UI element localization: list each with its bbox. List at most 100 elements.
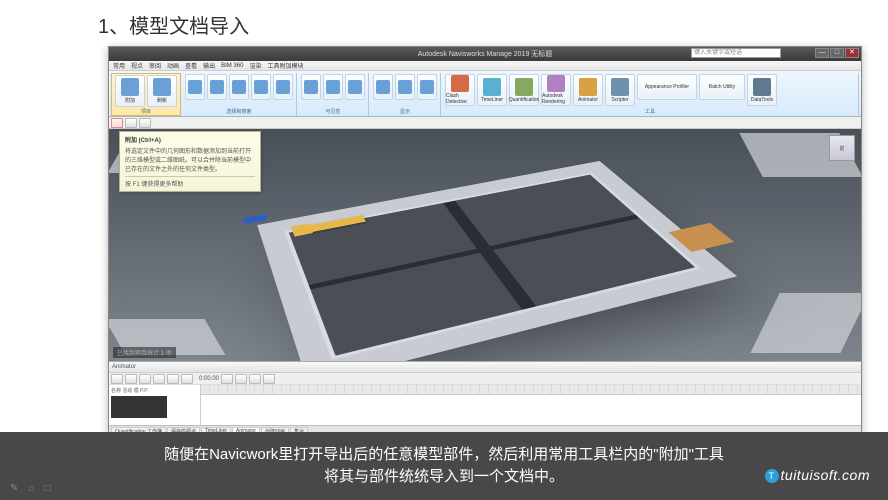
scripter-button[interactable]: Scripter bbox=[605, 74, 635, 106]
sets-icon bbox=[276, 80, 290, 94]
footer-icons: ✎ ⌂ □ bbox=[10, 481, 50, 496]
search-input[interactable]: 键入关键字或短语 bbox=[691, 48, 781, 58]
caption-line-1: 随便在Navicwork里打开导出后的任意模型部件，然后利用常用工具栏内的"附加… bbox=[164, 444, 724, 467]
anim-tool-3[interactable] bbox=[139, 374, 151, 384]
menu-tab-viewpoint[interactable]: 视点 bbox=[131, 61, 143, 70]
ribbon-label-visibility: 可见性 bbox=[301, 108, 365, 115]
unhide-button[interactable] bbox=[345, 74, 365, 100]
menu-tab-home[interactable]: 常用 bbox=[113, 61, 125, 70]
site-slab bbox=[284, 173, 701, 360]
animator-toolbar: 0:00.00 bbox=[109, 373, 861, 385]
titlebar: Autodesk Navisworks Manage 2019 无标题 键入关键… bbox=[109, 47, 861, 61]
require-icon bbox=[326, 80, 340, 94]
ribbon-label-tools: 工具 bbox=[445, 108, 855, 115]
animator-body: 名称 活动 循 P.P. bbox=[109, 385, 861, 425]
quickprop-icon bbox=[398, 80, 412, 94]
ribbon-group-tools: Clash Detective TimeLiner Quantification… bbox=[442, 73, 859, 116]
tool-button-3[interactable] bbox=[139, 118, 151, 128]
timeline[interactable] bbox=[201, 385, 861, 425]
anim-stop[interactable] bbox=[235, 374, 247, 384]
anim-play[interactable] bbox=[221, 374, 233, 384]
anim-tool-5[interactable] bbox=[167, 374, 179, 384]
quantification-button[interactable]: Quantification bbox=[509, 74, 539, 106]
anim-tool-6[interactable] bbox=[181, 374, 193, 384]
view-cube[interactable]: 前 bbox=[829, 135, 855, 161]
navisworks-window: Autodesk Navisworks Manage 2019 无标题 键入关键… bbox=[108, 46, 862, 432]
animator-thumb bbox=[111, 396, 167, 418]
hide-icon bbox=[304, 80, 318, 94]
ribbon-group-visibility: 可见性 bbox=[298, 73, 369, 116]
menu-tab-animation[interactable]: 动画 bbox=[167, 61, 179, 70]
require-button[interactable] bbox=[323, 74, 343, 100]
footer-icon-2[interactable]: ⌂ bbox=[28, 481, 34, 496]
animator-panel: Animator 0:00.00 名称 活动 循 P.P. bbox=[109, 361, 861, 425]
properties-icon bbox=[420, 80, 434, 94]
footer-icon-3[interactable]: □ bbox=[44, 481, 50, 496]
batch-button[interactable]: Batch Utility bbox=[699, 74, 745, 100]
clash-button[interactable]: Clash Detective bbox=[445, 74, 475, 106]
clash-icon bbox=[451, 75, 469, 92]
footer-icon-1[interactable]: ✎ bbox=[10, 481, 18, 496]
quickprop-button[interactable] bbox=[395, 74, 415, 100]
links-icon bbox=[376, 80, 390, 94]
ribbon-label-select: 选择和搜索 bbox=[185, 108, 293, 115]
animator-columns: 名称 活动 循 P.P. bbox=[111, 387, 198, 394]
menu-tab-bim360[interactable]: BIM 360 bbox=[221, 63, 243, 69]
animator-icon bbox=[579, 78, 597, 96]
watermark-icon: T bbox=[765, 469, 779, 483]
appearance-button[interactable]: Appearance Profiler bbox=[637, 74, 697, 100]
menu-tab-render[interactable]: 渲染 bbox=[249, 61, 261, 70]
close-button[interactable]: ✕ bbox=[845, 48, 859, 58]
menu-tab-review[interactable]: 审阅 bbox=[149, 61, 161, 70]
datatools-button[interactable]: DataTools bbox=[747, 74, 777, 106]
append-button[interactable]: 附加 bbox=[115, 75, 145, 107]
window-controls: — □ ✕ bbox=[815, 48, 859, 58]
select-button[interactable] bbox=[185, 74, 205, 100]
select-icon bbox=[188, 80, 202, 94]
anim-tool-4[interactable] bbox=[153, 374, 165, 384]
anim-fwd[interactable] bbox=[263, 374, 275, 384]
anim-tool-2[interactable] bbox=[125, 374, 137, 384]
anim-rewind[interactable] bbox=[249, 374, 261, 384]
sets-button[interactable] bbox=[273, 74, 293, 100]
select-same-icon bbox=[232, 80, 246, 94]
menu-tab-addons[interactable]: 工具附加模块 bbox=[267, 61, 303, 70]
caption-strip: 随便在Navicwork里打开导出后的任意模型部件，然后利用常用工具栏内的"附加… bbox=[0, 432, 888, 500]
unhide-icon bbox=[348, 80, 362, 94]
animator-button[interactable]: Animator bbox=[573, 74, 603, 106]
refresh-button[interactable]: 刷新 bbox=[147, 75, 177, 107]
menu-tab-output[interactable]: 输出 bbox=[203, 61, 215, 70]
slide: 1、模型文档导入 Autodesk Navisworks Manage 2019… bbox=[0, 0, 888, 500]
timeline-ruler bbox=[201, 385, 861, 395]
slide-title: 1、模型文档导入 bbox=[98, 10, 249, 39]
hide-button[interactable] bbox=[301, 74, 321, 100]
minimize-button[interactable]: — bbox=[815, 48, 829, 58]
refresh-icon bbox=[153, 78, 171, 96]
append-tool-button[interactable] bbox=[111, 118, 123, 128]
anim-tool-1[interactable] bbox=[111, 374, 123, 384]
links-button[interactable] bbox=[373, 74, 393, 100]
render-icon bbox=[547, 75, 565, 92]
timeliner-icon bbox=[483, 78, 501, 96]
render-button[interactable]: Autodesk Rendering bbox=[541, 74, 571, 106]
animator-panel-title: Animator bbox=[109, 362, 861, 373]
maximize-button[interactable]: □ bbox=[830, 48, 844, 58]
save-selection-icon bbox=[210, 80, 224, 94]
menu-tab-view[interactable]: 查看 bbox=[185, 61, 197, 70]
ribbon-group-display: 显示 bbox=[370, 73, 441, 116]
properties-button[interactable] bbox=[417, 74, 437, 100]
append-icon bbox=[121, 78, 139, 96]
timeliner-button[interactable]: TimeLiner bbox=[477, 74, 507, 106]
append-tooltip: 附加 (Ctrl+A) 将选定文件中的几何图形和数据添加到当前打开的三维模型或二… bbox=[119, 131, 261, 192]
tool-button-2[interactable] bbox=[125, 118, 137, 128]
animator-tree[interactable]: 名称 活动 循 P.P. bbox=[109, 385, 201, 425]
ribbon: 附加 刷新 项目 选择和搜索 bbox=[109, 71, 861, 117]
tooltip-body: 将选定文件中的几何图形和数据添加到当前打开的三维模型或二维图纸。可以合并除当前模… bbox=[125, 146, 255, 173]
select-same-button[interactable] bbox=[229, 74, 249, 100]
quick-toolbar bbox=[109, 117, 861, 129]
time-display: 0:00.00 bbox=[199, 376, 219, 382]
selection-tree-button[interactable] bbox=[251, 74, 271, 100]
save-selection-button[interactable] bbox=[207, 74, 227, 100]
watermark-text: tuituisoft.com bbox=[781, 467, 870, 483]
datatools-icon bbox=[753, 78, 771, 96]
